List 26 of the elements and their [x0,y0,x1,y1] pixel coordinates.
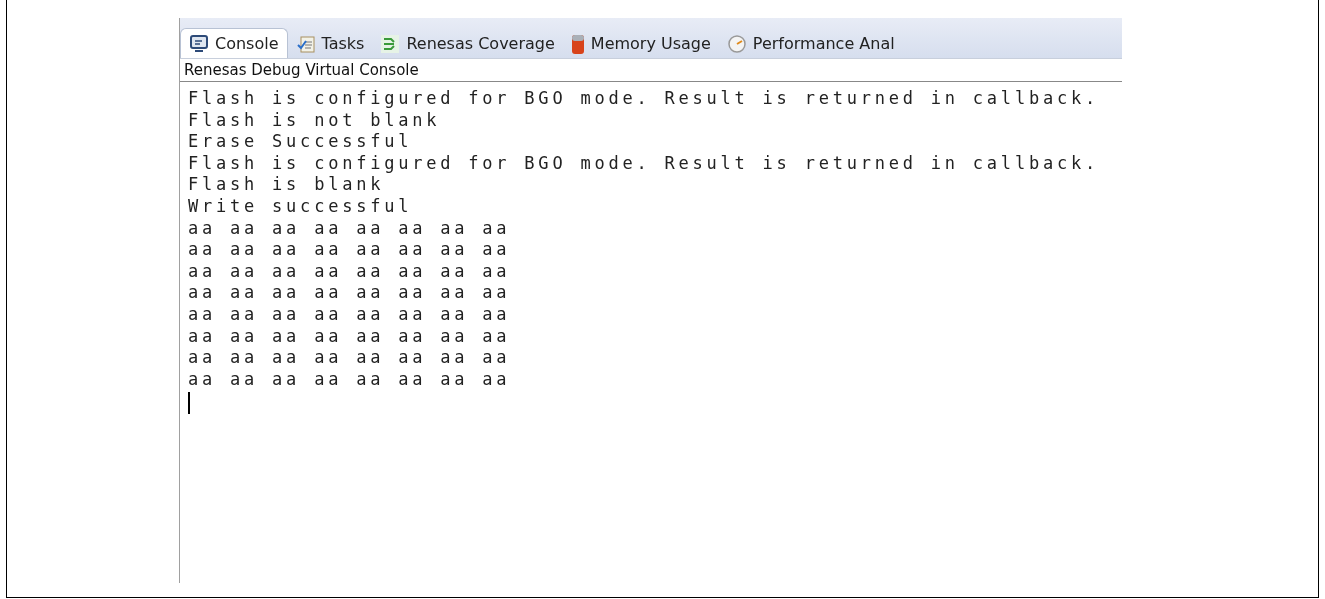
view-tab[interactable]: Memory Usage [562,29,719,58]
console-title: Renesas Debug Virtual Console [180,59,1122,82]
console-line: Flash is not blank [188,109,442,132]
gauge-icon [726,33,747,54]
console-line: aa aa aa aa aa aa aa aa [188,260,512,283]
console-line: aa aa aa aa aa aa aa aa [188,282,512,304]
console-line: Write successful [188,195,414,218]
console-line: aa aa aa aa aa aa aa aa [188,239,512,261]
view-tab[interactable]: Renesas Coverage [372,29,563,58]
console-line: Flash is configured for BGO mode. Result is returned in callback. [188,88,1100,110]
text-cursor [188,392,190,415]
clipboard-check-icon [295,33,316,54]
console-line: Erase Successful [188,131,414,153]
console-line: aa aa aa aa aa aa aa aa [188,368,512,391]
console-line: aa aa aa aa aa aa aa aa [188,217,512,240]
branch-arrows-icon [380,33,401,54]
monitor-icon [189,33,209,54]
console-line: Flash is configured for BGO mode. Result is returned in callback. [188,152,1100,175]
console-line: aa aa aa aa aa aa aa aa [188,347,512,369]
console-line: Flash is blank [188,174,386,196]
console-line: aa aa aa aa aa aa aa aa [188,303,512,326]
view-tab[interactable]: Console [180,28,288,58]
console-line: aa aa aa aa aa aa aa aa [188,325,512,348]
view-tab[interactable]: Tasks [287,29,373,58]
view-tab[interactable]: Performance Anal [718,29,903,58]
cylinder-icon [570,32,585,55]
